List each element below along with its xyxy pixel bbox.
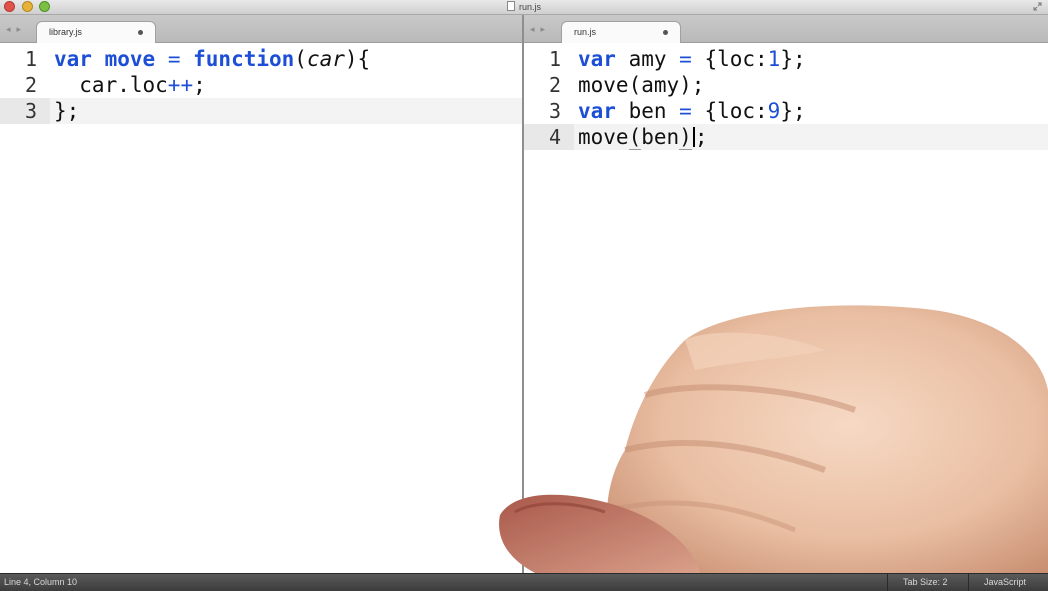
- tab-nav-arrows-icon[interactable]: ◂▸: [530, 24, 551, 35]
- code-line[interactable]: 4 move(ben);: [524, 124, 1048, 150]
- syntax-selector[interactable]: JavaScript: [984, 577, 1026, 587]
- code-text: var amy = {loc:1};: [578, 47, 806, 71]
- tab-size-selector[interactable]: Tab Size: 2: [903, 577, 948, 587]
- tab-nav-arrows-icon[interactable]: ◂▸: [6, 24, 27, 35]
- line-number: 3: [548, 99, 561, 123]
- line-number: 3: [0, 98, 50, 124]
- code-text: };: [54, 99, 80, 123]
- code-text: move(amy);: [578, 73, 705, 97]
- tab-label: library.js: [49, 27, 82, 37]
- left-tab-strip: ◂▸ library.js: [0, 15, 522, 43]
- code-text: var ben = {loc:9};: [578, 99, 806, 123]
- tab-close-icon[interactable]: [138, 30, 143, 35]
- code-line[interactable]: 1 var amy = {loc:1};: [524, 46, 1048, 72]
- line-number: 2: [548, 73, 561, 97]
- window-titlebar: run.js: [0, 0, 1048, 15]
- document-icon: [506, 1, 515, 11]
- tab-close-icon[interactable]: [663, 30, 668, 35]
- text-cursor: [692, 127, 695, 147]
- right-tab-strip: ◂▸ run.js: [524, 15, 1048, 43]
- line-number: 1: [24, 47, 37, 71]
- code-line[interactable]: 3 var ben = {loc:9};: [524, 98, 1048, 124]
- code-text: var move = function(car){: [54, 47, 371, 71]
- code-line[interactable]: 1 var move = function(car){: [0, 46, 522, 72]
- window-title: run.js: [0, 1, 1048, 13]
- line-number: 1: [548, 47, 561, 71]
- line-number: 4: [524, 124, 574, 150]
- code-text: move(ben);: [578, 125, 708, 150]
- fullscreen-icon[interactable]: [1033, 2, 1042, 11]
- tab-label: run.js: [574, 27, 597, 37]
- code-line[interactable]: 2 move(amy);: [524, 72, 1048, 98]
- cursor-position: Line 4, Column 10: [4, 577, 78, 587]
- line-number: 2: [24, 73, 37, 97]
- editor-pane-library-js[interactable]: 1 var move = function(car){ 2 car.loc++;…: [0, 43, 522, 573]
- code-text: car.loc++;: [54, 73, 206, 97]
- tab-library-js[interactable]: library.js: [36, 21, 156, 43]
- tab-run-js[interactable]: run.js: [561, 21, 681, 43]
- hand-image: [499, 305, 1048, 573]
- code-line[interactable]: 2 car.loc++;: [0, 72, 522, 98]
- code-line[interactable]: 3 };: [0, 98, 522, 124]
- status-bar: Line 4, Column 10 Tab Size: 2 JavaScript: [0, 573, 1048, 591]
